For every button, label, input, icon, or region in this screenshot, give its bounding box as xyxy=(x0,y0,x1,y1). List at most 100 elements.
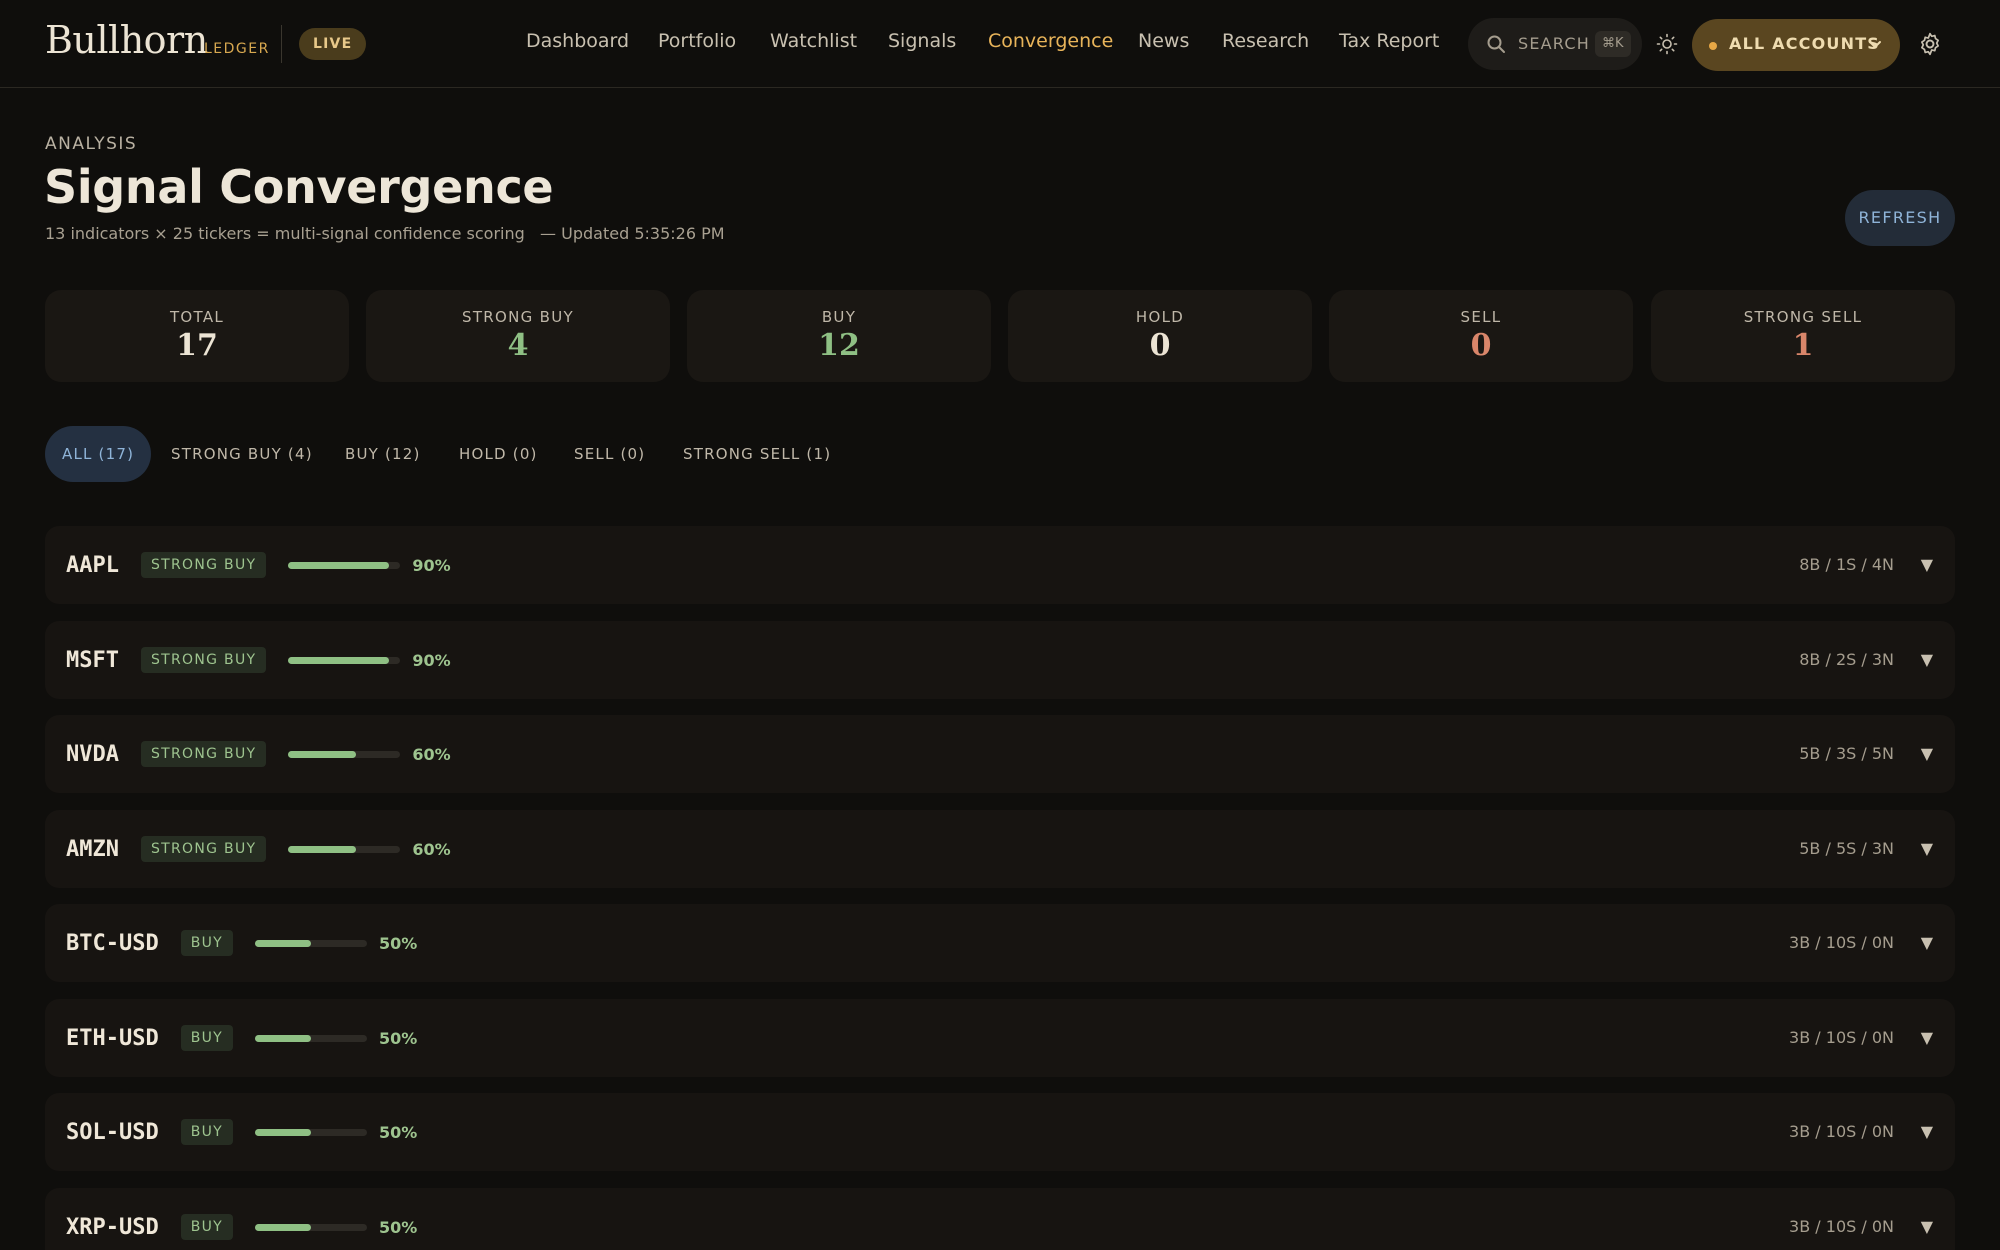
signal-badge: STRONG BUY xyxy=(140,552,267,578)
gear-icon[interactable] xyxy=(1917,31,1943,57)
expand-icon[interactable]: ▼ xyxy=(1921,1093,1933,1171)
page-subtitle: 13 indicators × 25 tickers = multi-signa… xyxy=(45,224,725,243)
filter-strong-sell[interactable]: STRONG SELL (1) xyxy=(666,426,848,482)
stat-card-sell: SELL 0 xyxy=(1329,290,1633,382)
stat-label: STRONG SELL xyxy=(1743,308,1863,326)
filter-all[interactable]: ALL (17) xyxy=(45,426,152,482)
expand-icon[interactable]: ▼ xyxy=(1921,1188,1933,1250)
confidence-bar xyxy=(255,939,368,947)
brand-divider xyxy=(281,25,282,63)
confidence-percent: 50% xyxy=(379,1028,418,1048)
filter-sell[interactable]: SELL (0) xyxy=(557,426,662,482)
stat-value: 0 xyxy=(1470,328,1492,363)
stat-label: STRONG BUY xyxy=(462,308,574,326)
top-navigation-bar: Bullhorn LEDGER LIVE Dashboard Portfolio… xyxy=(0,0,2000,88)
brand-subtitle: LEDGER xyxy=(204,41,270,57)
page-eyebrow: ANALYSIS xyxy=(45,134,138,154)
refresh-button[interactable]: REFRESH xyxy=(1845,190,1955,246)
signal-badge: BUY xyxy=(180,1214,234,1240)
signal-badge: STRONG BUY xyxy=(140,647,267,673)
ticker-symbol: NVDA xyxy=(66,741,119,767)
signal-counts: 5B / 3S / 5N xyxy=(1799,744,1894,763)
ticker-symbol: AMZN xyxy=(66,836,119,862)
confidence-percent: 90% xyxy=(412,555,451,575)
confidence-fill xyxy=(288,750,356,758)
table-row[interactable]: AAPL STRONG BUY 90% 8B / 1S / 4N ▼ xyxy=(45,526,1955,604)
nav-link-convergence[interactable]: Convergence xyxy=(988,30,1113,52)
confidence-bar xyxy=(288,656,401,664)
table-row[interactable]: NVDA STRONG BUY 60% 5B / 3S / 5N ▼ xyxy=(45,715,1955,793)
confidence-fill xyxy=(255,1223,312,1231)
filter-hold[interactable]: HOLD (0) xyxy=(442,426,555,482)
nav-link-dashboard[interactable]: Dashboard xyxy=(526,30,629,52)
expand-icon[interactable]: ▼ xyxy=(1921,999,1933,1077)
stat-card-total: TOTAL 17 xyxy=(45,290,349,382)
table-row[interactable]: SOL-USD BUY 50% 3B / 10S / 0N ▼ xyxy=(45,1093,1955,1171)
confidence-fill xyxy=(255,1128,312,1136)
stat-value: 4 xyxy=(507,328,529,363)
confidence-bar xyxy=(288,750,401,758)
expand-icon[interactable]: ▼ xyxy=(1921,810,1933,888)
confidence-percent: 60% xyxy=(412,839,451,859)
nav-link-signals[interactable]: Signals xyxy=(888,30,956,52)
filter-strong-buy[interactable]: STRONG BUY (4) xyxy=(154,426,330,482)
signal-badge: BUY xyxy=(180,930,234,956)
table-row[interactable]: ETH-USD BUY 50% 3B / 10S / 0N ▼ xyxy=(45,999,1955,1077)
brand-logo[interactable]: Bullhorn xyxy=(45,18,208,62)
expand-icon[interactable]: ▼ xyxy=(1921,526,1933,604)
signal-counts: 3B / 10S / 0N xyxy=(1789,933,1894,952)
confidence-percent: 50% xyxy=(379,933,418,953)
ticker-symbol: BTC-USD xyxy=(66,930,159,956)
confidence-bar xyxy=(288,561,401,569)
signal-badge: STRONG BUY xyxy=(140,836,267,862)
stat-card-strong-sell: STRONG SELL 1 xyxy=(1651,290,1955,382)
stat-label: BUY xyxy=(821,308,857,326)
table-row[interactable]: AMZN STRONG BUY 60% 5B / 5S / 3N ▼ xyxy=(45,810,1955,888)
confidence-fill xyxy=(255,1034,312,1042)
last-updated: — Updated 5:35:26 PM xyxy=(540,224,725,243)
nav-link-watchlist[interactable]: Watchlist xyxy=(770,30,857,52)
confidence-percent: 90% xyxy=(412,650,451,670)
stat-card-buy: BUY 12 xyxy=(687,290,991,382)
confidence-percent: 50% xyxy=(379,1122,418,1142)
expand-icon[interactable]: ▼ xyxy=(1921,904,1933,982)
signal-badge: BUY xyxy=(180,1025,234,1051)
nav-link-portfolio[interactable]: Portfolio xyxy=(658,30,736,52)
stat-label: SELL xyxy=(1460,308,1502,326)
signal-counts: 3B / 10S / 0N xyxy=(1789,1028,1894,1047)
page-title: Signal Convergence xyxy=(44,160,554,214)
signal-counts: 3B / 10S / 0N xyxy=(1789,1122,1894,1141)
filter-buy[interactable]: BUY (12) xyxy=(328,426,438,482)
nav-link-news[interactable]: News xyxy=(1138,30,1189,52)
ticker-symbol: MSFT xyxy=(66,647,119,673)
confidence-bar xyxy=(288,845,401,853)
confidence-percent: 60% xyxy=(412,744,451,764)
confidence-percent: 50% xyxy=(379,1217,418,1237)
confidence-bar xyxy=(255,1128,368,1136)
search-label: SEARCH xyxy=(1518,34,1590,53)
table-row[interactable]: MSFT STRONG BUY 90% 8B / 2S / 3N ▼ xyxy=(45,621,1955,699)
confidence-fill xyxy=(288,656,390,664)
table-row[interactable]: BTC-USD BUY 50% 3B / 10S / 0N ▼ xyxy=(45,904,1955,982)
nav-link-research[interactable]: Research xyxy=(1222,30,1309,52)
table-row[interactable]: XRP-USD BUY 50% 3B / 10S / 0N ▼ xyxy=(45,1188,1955,1250)
stat-value: 0 xyxy=(1149,328,1171,363)
search-input[interactable]: SEARCH ⌘K xyxy=(1468,18,1642,70)
accounts-label: ALL ACCOUNTS xyxy=(1729,34,1881,53)
confidence-bar xyxy=(255,1034,368,1042)
stat-value: 1 xyxy=(1792,328,1814,363)
nav-link-tax-report[interactable]: Tax Report xyxy=(1339,30,1439,52)
ticker-symbol: XRP-USD xyxy=(66,1214,159,1240)
signal-counts: 5B / 5S / 3N xyxy=(1799,839,1894,858)
signal-badge: BUY xyxy=(180,1119,234,1145)
ticker-symbol: AAPL xyxy=(66,552,119,578)
search-shortcut: ⌘K xyxy=(1595,31,1631,57)
sun-icon[interactable] xyxy=(1656,33,1678,55)
stat-value: 12 xyxy=(818,328,860,363)
stat-value: 17 xyxy=(176,328,218,363)
expand-icon[interactable]: ▼ xyxy=(1921,621,1933,699)
status-dot xyxy=(1709,42,1717,50)
expand-icon[interactable]: ▼ xyxy=(1921,715,1933,793)
live-badge: LIVE xyxy=(299,28,367,60)
all-accounts-dropdown[interactable]: ALL ACCOUNTS xyxy=(1692,19,1900,71)
